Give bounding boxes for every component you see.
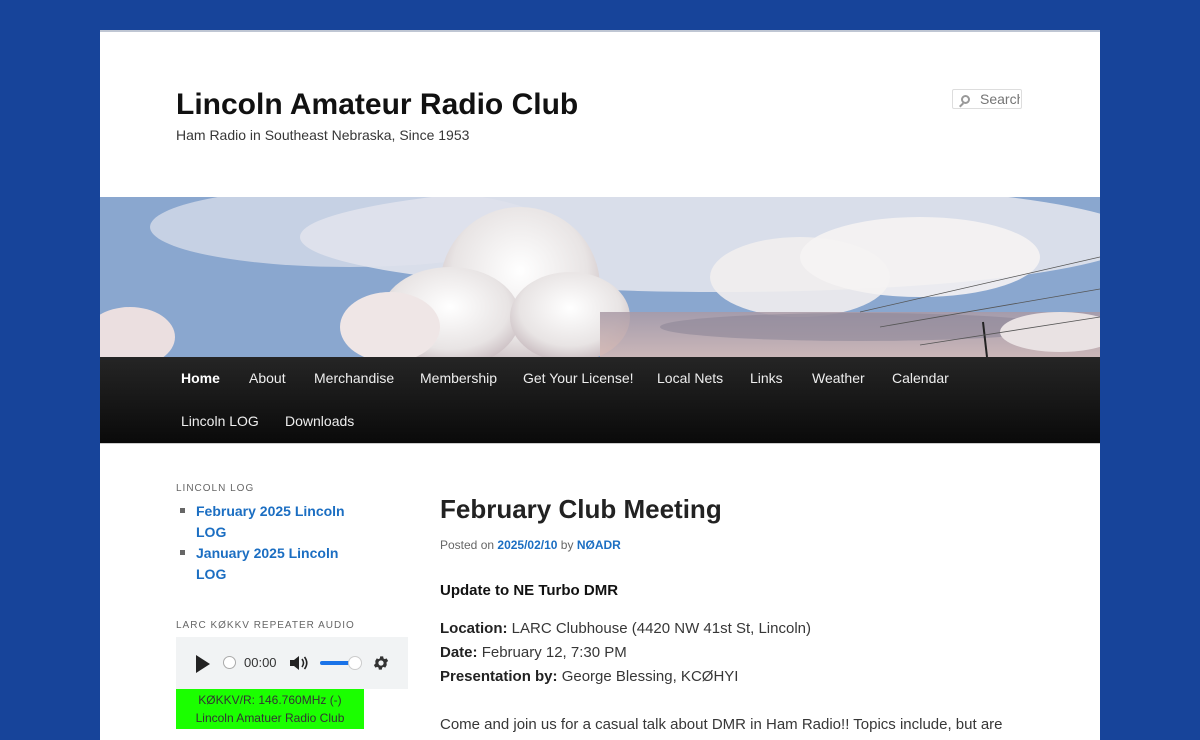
header-banner-image xyxy=(100,197,1100,357)
volume-icon[interactable] xyxy=(290,655,310,671)
cloud-sky-image xyxy=(100,197,1100,357)
audio-time: 00:00 xyxy=(244,655,277,670)
date-line: Date: February 12, 7:30 PM xyxy=(440,644,627,661)
date-value: February 12, 7:30 PM xyxy=(481,644,627,661)
nav-item-merchandise[interactable]: Merchandise xyxy=(314,357,394,400)
lincoln-log-widget-title: LINCOLN LOG xyxy=(176,483,255,494)
location-label: Location: xyxy=(440,620,508,637)
nav-item-lincoln-log[interactable]: Lincoln LOG xyxy=(181,400,259,443)
posted-on-label: Posted on xyxy=(440,538,495,552)
presentation-label: Presentation by: xyxy=(440,668,558,685)
lincoln-log-list: February 2025 Lincoln LOG January 2025 L… xyxy=(180,501,346,585)
log-link-february-2025[interactable]: February 2025 Lincoln LOG xyxy=(196,501,346,543)
nav-item-get-your-license[interactable]: Get Your License! xyxy=(523,357,634,400)
audio-player: 00:00 xyxy=(176,637,408,689)
log-link-january-2025[interactable]: January 2025 Lincoln LOG xyxy=(196,543,346,585)
search-icon xyxy=(961,95,970,104)
play-icon[interactable] xyxy=(196,655,210,673)
presentation-value: George Blessing, KCØHYI xyxy=(561,668,739,685)
site-description: Ham Radio in Southeast Nebraska, Since 1… xyxy=(176,127,470,143)
presentation-line: Presentation by: George Blessing, KCØHYI xyxy=(440,668,738,685)
volume-slider-handle[interactable] xyxy=(348,656,362,670)
repeater-info-box: KØKKV/R: 146.760MHz (-) Lincoln Amatuer … xyxy=(176,689,364,729)
nav-item-downloads[interactable]: Downloads xyxy=(285,400,354,443)
progress-slider[interactable] xyxy=(223,656,236,669)
gear-icon[interactable] xyxy=(372,654,390,672)
search-input[interactable] xyxy=(980,90,1020,108)
nav-item-home[interactable]: Home xyxy=(181,357,220,400)
post-subheading: Update to NE Turbo DMR xyxy=(440,582,619,599)
post-meta: Posted on 2025/02/10 by NØADR xyxy=(440,538,621,552)
post-author-link[interactable]: NØADR xyxy=(577,538,621,552)
location-value: LARC Clubhouse (4420 NW 41st St, Lincoln… xyxy=(511,620,811,637)
nav-item-weather[interactable]: Weather xyxy=(812,357,865,400)
search-box[interactable] xyxy=(952,89,1022,109)
nav-item-links[interactable]: Links xyxy=(750,357,783,400)
site-title[interactable]: Lincoln Amateur Radio Club xyxy=(176,88,578,122)
post-intro-paragraph: Come and join us for a casual talk about… xyxy=(440,716,1003,733)
by-label: by xyxy=(560,538,574,552)
nav-item-calendar[interactable]: Calendar xyxy=(892,357,949,400)
repeater-club-name: Lincoln Amatuer Radio Club xyxy=(195,711,345,725)
site-header: Lincoln Amateur Radio Club Ham Radio in … xyxy=(100,32,1100,197)
nav-item-about[interactable]: About xyxy=(249,357,286,400)
main-navigation: Home About Merchandise Membership Get Yo… xyxy=(100,357,1100,444)
repeater-frequency: KØKKV/R: 146.760MHz (-) xyxy=(198,693,342,707)
date-label: Date: xyxy=(440,644,478,661)
post-date-link[interactable]: 2025/02/10 xyxy=(497,538,557,552)
page-container: Lincoln Amateur Radio Club Ham Radio in … xyxy=(100,30,1100,740)
repeater-audio-widget-title: LARC KØKKV REPEATER AUDIO xyxy=(176,620,355,631)
nav-item-local-nets[interactable]: Local Nets xyxy=(657,357,723,400)
location-line: Location: LARC Clubhouse (4420 NW 41st S… xyxy=(440,620,811,637)
nav-item-membership[interactable]: Membership xyxy=(420,357,497,400)
list-item: February 2025 Lincoln LOG xyxy=(180,501,346,543)
list-item: January 2025 Lincoln LOG xyxy=(180,543,346,585)
post-title[interactable]: February Club Meeting xyxy=(440,494,722,525)
